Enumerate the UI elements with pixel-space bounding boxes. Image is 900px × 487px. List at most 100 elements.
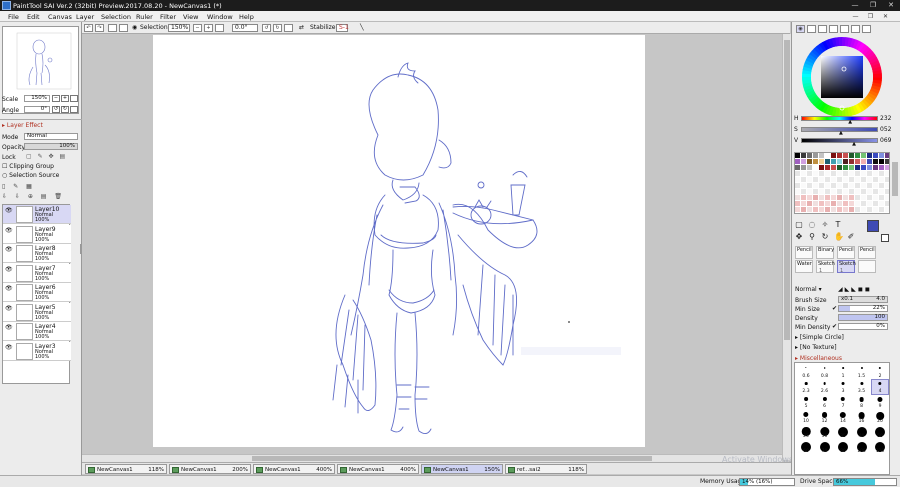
color-swatch[interactable] — [879, 195, 884, 200]
vertical-scrollbar[interactable] — [782, 34, 791, 460]
brush-size-preset[interactable]: 16 — [854, 410, 870, 424]
swatch-tab-icon[interactable] — [829, 25, 838, 33]
color-swatch[interactable] — [795, 153, 800, 158]
clipping-group-checkbox[interactable]: ☐ Clipping Group — [2, 163, 54, 170]
color-swatch[interactable] — [843, 183, 848, 188]
color-swatch[interactable] — [801, 195, 806, 200]
color-swatch[interactable] — [885, 195, 889, 200]
color-swatch[interactable] — [849, 177, 854, 182]
menu-file[interactable]: File — [8, 13, 19, 21]
zoom-field[interactable]: 150% — [168, 24, 190, 32]
mdi-close-button[interactable]: ✕ — [880, 12, 891, 21]
rgb-slider-tab-icon[interactable] — [807, 25, 816, 33]
color-swatch[interactable] — [837, 159, 842, 164]
color-swatch[interactable] — [879, 201, 884, 206]
document-tab[interactable]: NewCanvas1 400% — [253, 464, 335, 474]
layer-effect-header[interactable]: ▸ Layer Effect — [2, 122, 43, 129]
color-swatches[interactable] — [794, 152, 890, 214]
color-swatch[interactable] — [849, 165, 854, 170]
color-swatch[interactable] — [885, 207, 889, 212]
color-swatch[interactable] — [879, 207, 884, 212]
menu-canvas[interactable]: Canvas — [48, 13, 72, 21]
brush-size-preset[interactable]: 0.6 — [798, 365, 814, 379]
color-swatch[interactable] — [813, 165, 818, 170]
document-tab[interactable]: NewCanvas1 400% — [337, 464, 419, 474]
color-swatch[interactable] — [819, 165, 824, 170]
color-swatch[interactable] — [861, 171, 866, 176]
brush-tip-shape-icons[interactable]: ◢◣◣◼◼ — [838, 286, 872, 293]
color-swatch[interactable] — [813, 183, 818, 188]
color-swatch[interactable] — [879, 177, 884, 182]
color-swatch[interactable] — [807, 153, 812, 158]
color-swatch[interactable] — [879, 183, 884, 188]
color-swatch[interactable] — [831, 165, 836, 170]
rotate-tool-icon[interactable]: ↻ — [821, 233, 829, 241]
color-swatch[interactable] — [825, 171, 830, 176]
mdi-minimize-button[interactable]: — — [850, 12, 861, 21]
color-swatch[interactable] — [873, 189, 878, 194]
brush-size-preset[interactable]: 2 — [872, 365, 888, 379]
color-swatch[interactable] — [843, 177, 848, 182]
document-tab[interactable]: NewCanvas1 150% — [421, 464, 503, 474]
color-swatch[interactable] — [795, 189, 800, 194]
angle-field-nav[interactable]: 0° — [24, 106, 50, 113]
brush-size-preset[interactable]: 60 — [798, 440, 814, 454]
color-swatch[interactable] — [861, 165, 866, 170]
secondary-color-box[interactable] — [881, 234, 889, 242]
color-swatch[interactable] — [855, 195, 860, 200]
document-tab[interactable]: ref...sai2 118% — [505, 464, 587, 474]
color-swatch[interactable] — [843, 171, 848, 176]
vertical-scroll-thumb[interactable] — [784, 40, 790, 340]
color-swatch[interactable] — [843, 189, 848, 194]
stabilizer-field[interactable]: S-1 — [336, 24, 349, 32]
color-swatch[interactable] — [807, 159, 812, 164]
brush-size-preset[interactable]: 6 — [817, 395, 833, 409]
color-swatch[interactable] — [825, 159, 830, 164]
color-swatch[interactable] — [825, 165, 830, 170]
color-swatch[interactable] — [873, 183, 878, 188]
angle-reset-icon[interactable] — [70, 106, 78, 113]
color-swatch[interactable] — [849, 153, 854, 158]
zoom-in-icon[interactable]: + — [204, 24, 213, 32]
brush-size-preset[interactable]: 14 — [835, 410, 851, 424]
color-swatch[interactable] — [885, 159, 889, 164]
color-swatch[interactable] — [819, 189, 824, 194]
color-swatch[interactable] — [801, 171, 806, 176]
brush-size-preset[interactable]: 4 — [871, 379, 889, 395]
min-size-checkbox[interactable]: ✔ — [832, 305, 837, 312]
color-swatch[interactable] — [819, 183, 824, 188]
drawing-canvas[interactable] — [153, 35, 645, 447]
color-swatch[interactable] — [807, 165, 812, 170]
color-swatch[interactable] — [855, 207, 860, 212]
flip-icon[interactable]: ⇄ — [299, 24, 304, 31]
color-swatch[interactable] — [855, 165, 860, 170]
color-swatch[interactable] — [819, 195, 824, 200]
brush-size-preset[interactable]: 50 — [872, 425, 888, 439]
brush-size-preset[interactable]: 3 — [835, 380, 851, 394]
color-swatch[interactable] — [807, 183, 812, 188]
blend-mode-select[interactable]: Normal — [24, 133, 78, 140]
eyedropper-icon[interactable]: ✐ — [847, 233, 855, 241]
menu-window[interactable]: Window — [207, 13, 233, 21]
visibility-eye-icon[interactable]: 👁 — [5, 285, 13, 292]
color-swatch[interactable] — [819, 207, 824, 212]
visibility-eye-icon[interactable]: 👁 — [5, 227, 13, 234]
color-swatch[interactable] — [795, 183, 800, 188]
color-swatch[interactable] — [879, 189, 884, 194]
color-swatch[interactable] — [861, 153, 866, 158]
density-slider[interactable]: 100 — [838, 314, 888, 321]
visibility-eye-icon[interactable]: 👁 — [5, 246, 13, 253]
color-swatch[interactable] — [849, 159, 854, 164]
color-swatch[interactable] — [855, 159, 860, 164]
color-swatch[interactable] — [795, 177, 800, 182]
color-swatch[interactable] — [801, 159, 806, 164]
selection-checkbox-icon[interactable]: ◉ — [132, 24, 137, 31]
canvas-workspace[interactable] — [82, 34, 782, 460]
color-swatch[interactable] — [849, 195, 854, 200]
brush-size-preset[interactable]: 12 — [817, 410, 833, 424]
color-swatch[interactable] — [831, 177, 836, 182]
layer-row[interactable]: 👁 Layer7 Normal 100% — [3, 263, 71, 283]
color-swatch[interactable] — [825, 207, 830, 212]
color-swatch[interactable] — [855, 183, 860, 188]
brush-size-preset[interactable]: 9 — [872, 395, 888, 409]
